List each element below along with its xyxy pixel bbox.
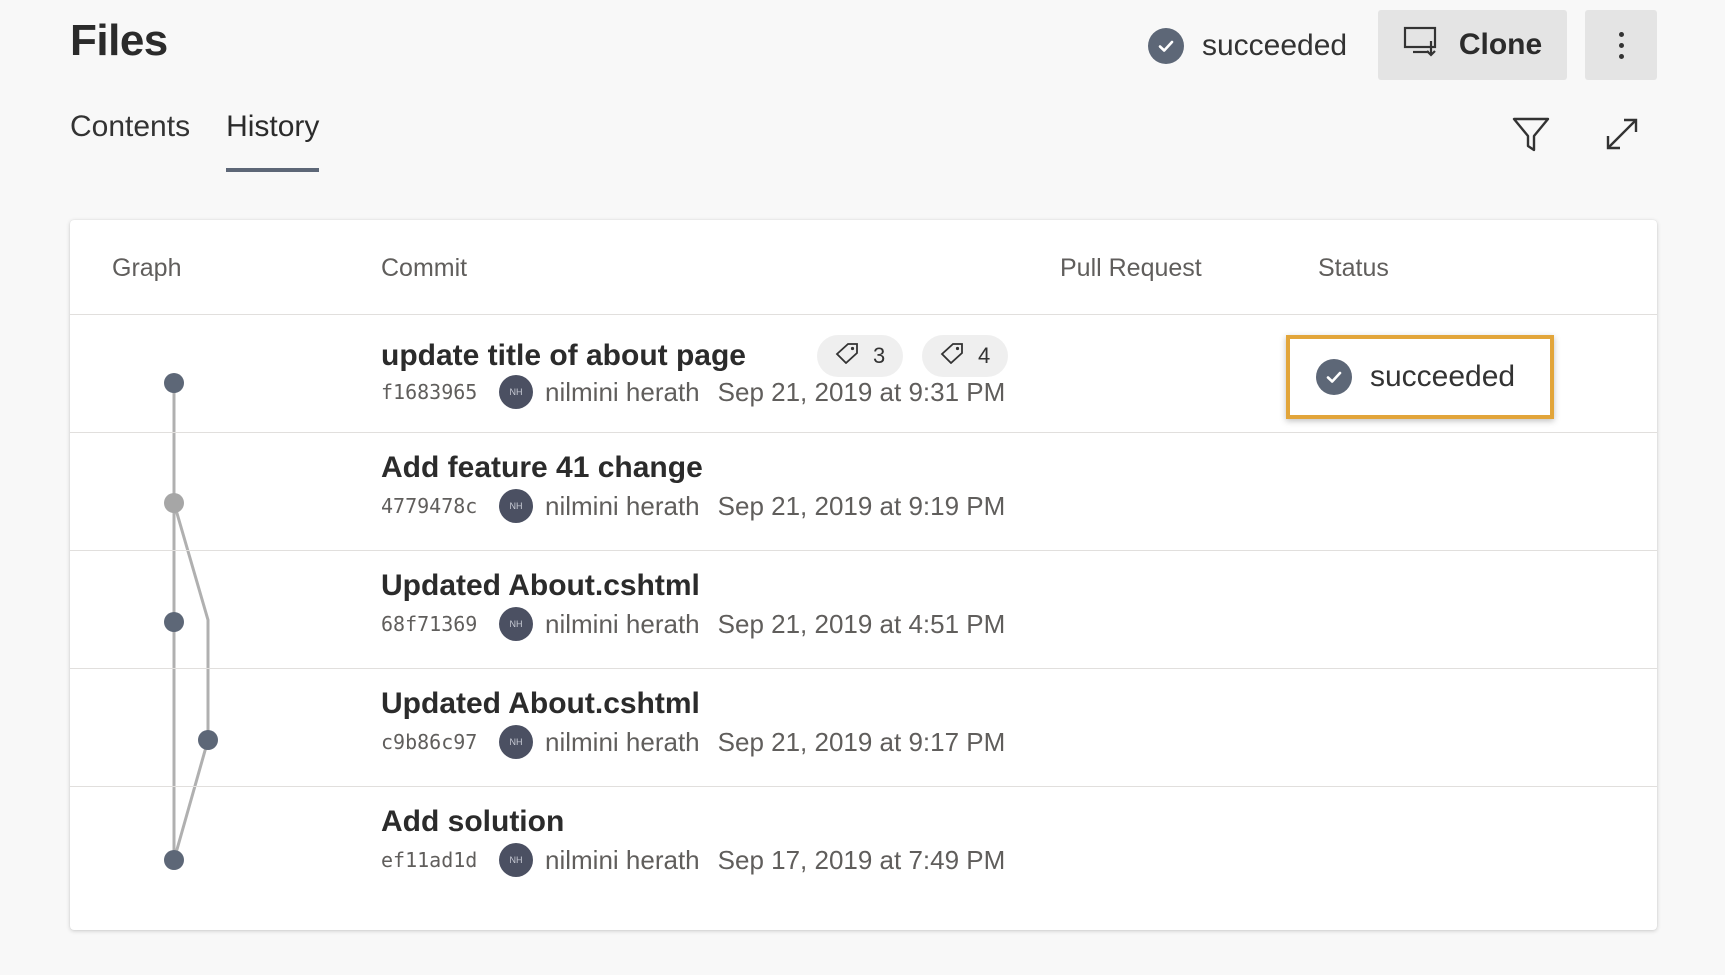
page-title: Files bbox=[70, 16, 168, 65]
commit-meta: 4779478c NH nilmini herath Sep 21, 2019 … bbox=[381, 489, 1005, 523]
tag-icon bbox=[835, 342, 859, 370]
commit-hash[interactable]: c9b86c97 bbox=[381, 730, 491, 754]
commit-date: Sep 21, 2019 at 9:31 PM bbox=[717, 376, 1006, 407]
table-row[interactable]: update title of about page 3 4 f1683965 … bbox=[70, 315, 1657, 433]
filter-icon[interactable] bbox=[1510, 114, 1552, 156]
commit-meta: ef11ad1d NH nilmini herath Sep 17, 2019 … bbox=[381, 843, 1005, 877]
author-name: nilmini herath bbox=[545, 726, 700, 757]
commit-date: Sep 21, 2019 at 4:51 PM bbox=[717, 608, 1006, 639]
commit-title[interactable]: Updated About.cshtml bbox=[381, 687, 700, 721]
status-label: succeeded bbox=[1370, 360, 1516, 393]
author-name: nilmini herath bbox=[545, 844, 700, 875]
avatar: NH bbox=[499, 843, 533, 877]
pipeline-status-label: succeeded bbox=[1202, 29, 1348, 62]
commit-title[interactable]: update title of about page bbox=[381, 339, 746, 373]
status-badge[interactable]: succeeded bbox=[1286, 335, 1554, 419]
author-name: nilmini herath bbox=[545, 608, 700, 639]
check-circle-icon bbox=[1148, 28, 1184, 64]
avatar: NH bbox=[499, 489, 533, 523]
table-row[interactable]: Updated About.cshtml c9b86c97 NH nilmini… bbox=[70, 669, 1657, 787]
expand-icon[interactable] bbox=[1602, 114, 1642, 154]
commit-hash[interactable]: ef11ad1d bbox=[381, 848, 491, 872]
commit-title[interactable]: Add solution bbox=[381, 805, 564, 839]
commit-hash[interactable]: 68f71369 bbox=[381, 612, 491, 636]
commit-meta: 68f71369 NH nilmini herath Sep 21, 2019 … bbox=[381, 607, 1005, 641]
table-row[interactable]: Add feature 41 change 4779478c NH nilmin… bbox=[70, 433, 1657, 551]
tab-bar: Contents History bbox=[70, 110, 320, 172]
tag-count: 3 bbox=[873, 343, 886, 368]
tab-contents[interactable]: Contents bbox=[70, 110, 190, 172]
commit-meta: c9b86c97 NH nilmini herath Sep 21, 2019 … bbox=[381, 725, 1005, 759]
commit-date: Sep 21, 2019 at 9:17 PM bbox=[717, 726, 1006, 757]
history-card: Graph Commit Pull Request Status update … bbox=[70, 220, 1657, 930]
tag-count: 4 bbox=[978, 343, 991, 368]
author-name: nilmini herath bbox=[545, 376, 700, 407]
avatar: NH bbox=[499, 607, 533, 641]
monitor-download-icon bbox=[1403, 25, 1439, 65]
author-name: nilmini herath bbox=[545, 490, 700, 521]
commit-meta: f1683965 NH nilmini herath Sep 21, 2019 … bbox=[381, 375, 1005, 409]
clone-button[interactable]: Clone bbox=[1378, 10, 1567, 80]
commit-hash[interactable]: 4779478c bbox=[381, 494, 491, 518]
table-row[interactable]: Add solution ef11ad1d NH nilmini herath … bbox=[70, 787, 1657, 905]
more-options-button[interactable] bbox=[1585, 10, 1657, 80]
column-header-pull-request: Pull Request bbox=[1060, 254, 1202, 282]
check-circle-icon bbox=[1316, 359, 1352, 395]
clone-button-label: Clone bbox=[1458, 28, 1543, 61]
tag-pill[interactable]: 4 bbox=[922, 335, 1009, 377]
avatar: NH bbox=[499, 375, 533, 409]
avatar: NH bbox=[499, 725, 533, 759]
tag-icon bbox=[940, 342, 964, 370]
commit-hash[interactable]: f1683965 bbox=[381, 380, 491, 404]
commit-date: Sep 21, 2019 at 9:19 PM bbox=[717, 490, 1006, 521]
column-header-status: Status bbox=[1318, 254, 1389, 282]
column-header-commit: Commit bbox=[381, 254, 468, 282]
table-row[interactable]: Updated About.cshtml 68f71369 NH nilmini… bbox=[70, 551, 1657, 669]
tag-pill[interactable]: 3 bbox=[817, 335, 904, 377]
commit-title[interactable]: Updated About.cshtml bbox=[381, 569, 700, 603]
more-vertical-icon bbox=[1618, 31, 1624, 37]
commit-title[interactable]: Add feature 41 change bbox=[381, 451, 703, 485]
tab-history[interactable]: History bbox=[226, 110, 320, 172]
commit-date: Sep 17, 2019 at 7:49 PM bbox=[717, 844, 1006, 875]
pipeline-status[interactable]: succeeded bbox=[1148, 22, 1347, 70]
